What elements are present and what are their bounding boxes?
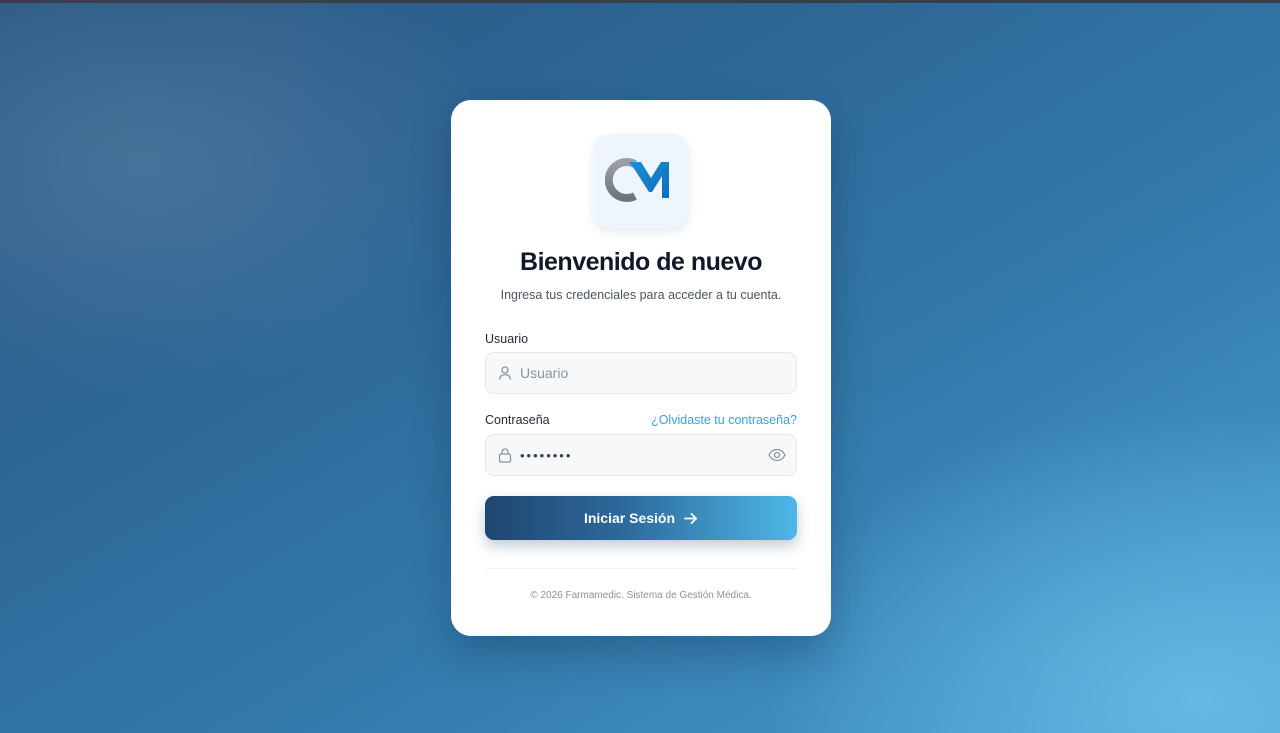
- login-submit-button[interactable]: Iniciar Sesión: [485, 496, 797, 540]
- login-title: Bienvenido de nuevo: [520, 248, 762, 276]
- password-field[interactable]: [485, 434, 797, 476]
- app-logo: [593, 134, 689, 228]
- eye-icon[interactable]: [768, 447, 786, 463]
- lock-icon: [498, 448, 512, 463]
- login-subtitle: Ingresa tus credenciales para acceder a …: [500, 288, 782, 302]
- user-icon: [498, 366, 512, 380]
- card-divider: [485, 568, 797, 569]
- username-input[interactable]: [520, 353, 760, 393]
- username-label: Usuario: [485, 332, 529, 346]
- login-card: Bienvenido de nuevo Ingresa tus credenci…: [451, 100, 831, 636]
- password-input[interactable]: [520, 435, 760, 475]
- window-top-strip: [0, 0, 1280, 3]
- password-label: Contraseña: [485, 413, 550, 427]
- cm-logo-icon: [605, 158, 669, 202]
- arrow-right-icon: [684, 512, 697, 524]
- footer-copyright: © 2026 Farmamedic. Sistema de Gestión Mé…: [530, 590, 752, 601]
- forgot-password-link[interactable]: ¿Olvidaste tu contraseña?: [651, 413, 797, 427]
- login-submit-label: Iniciar Sesión: [583, 510, 676, 526]
- username-field[interactable]: [485, 352, 797, 394]
